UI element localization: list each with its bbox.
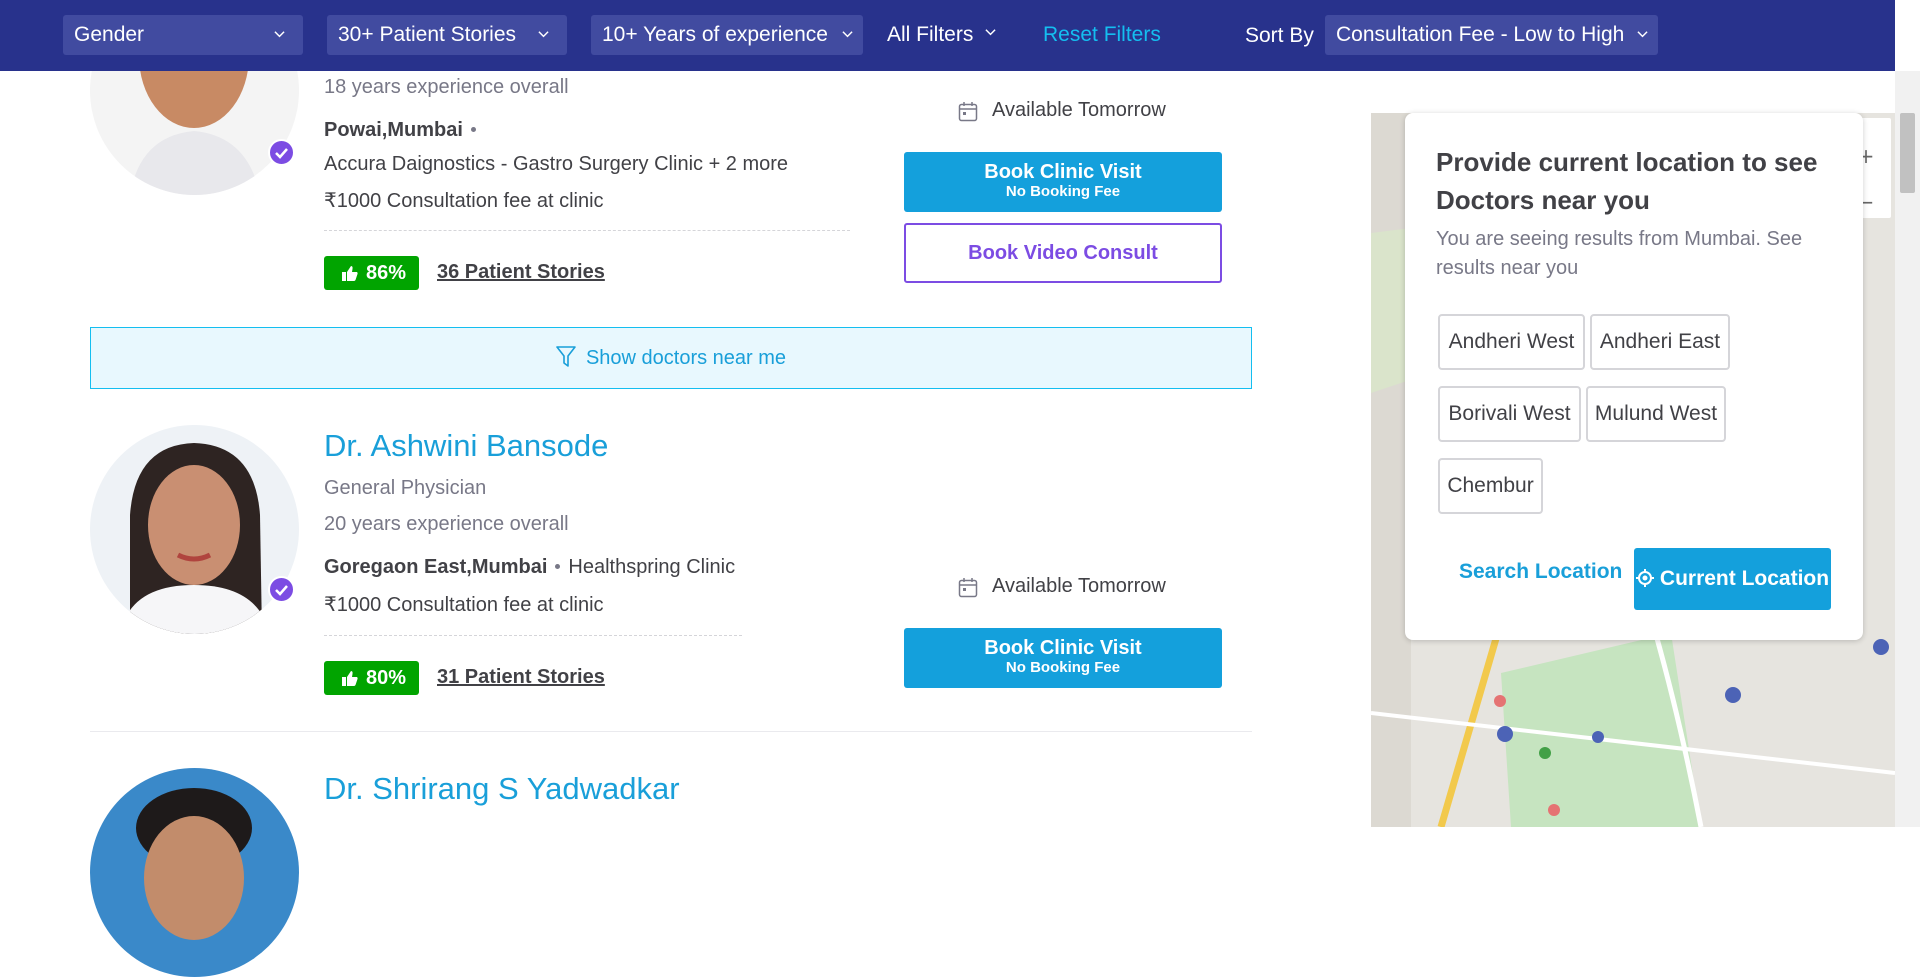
- popup-subtitle: You are seeing results from Mumbai. See …: [1436, 228, 1803, 279]
- book-clinic-visit-button[interactable]: Book Clinic Visit No Booking Fee: [904, 628, 1222, 688]
- experience-filter[interactable]: 10+ Years of experience: [591, 15, 863, 55]
- no-booking-fee-label: No Booking Fee: [1005, 183, 1121, 200]
- filter-bar: Gender 30+ Patient Stories 10+ Years of …: [0, 0, 1895, 71]
- separator-dot: [555, 564, 561, 569]
- rating-value: 80%: [366, 667, 407, 689]
- chevron-down-icon: [1637, 31, 1648, 38]
- calendar-icon: [958, 102, 978, 122]
- page-scrollbar[interactable]: [1895, 71, 1920, 827]
- locate-icon: [1635, 569, 1654, 587]
- sort-by-value: Consultation Fee - Low to High: [1336, 23, 1625, 46]
- show-doctors-near-me-button[interactable]: Show doctors near me: [90, 327, 1252, 389]
- rating-value: 86%: [366, 262, 407, 284]
- experience-filter-label: 10+ Years of experience: [602, 23, 828, 46]
- popup-title: Provide current location to see Doctors …: [1436, 147, 1818, 215]
- doctor-location[interactable]: Powai,Mumbai: [324, 119, 463, 141]
- doctor-name-link[interactable]: Dr. Shrirang S Yadwadkar: [324, 771, 680, 807]
- rating-badge: 80%: [324, 661, 419, 695]
- divider: [324, 635, 742, 636]
- rating-badge: 86%: [324, 256, 419, 290]
- doctor-location-line: Powai,Mumbai: [324, 119, 484, 142]
- calendar-icon: [958, 578, 978, 598]
- sort-by-dropdown[interactable]: Consultation Fee - Low to High: [1325, 15, 1658, 55]
- doctor-clinic[interactable]: Accura Daignostics - Gastro Surgery Clin…: [324, 153, 788, 176]
- book-clinic-visit-button[interactable]: Book Clinic Visit No Booking Fee: [904, 152, 1222, 212]
- availability-text: Available Tomorrow: [992, 99, 1166, 121]
- doctor-name-link[interactable]: Dr. Ashwini Bansode: [324, 428, 608, 464]
- location-chip-chembur[interactable]: Chembur: [1438, 458, 1543, 514]
- book-clinic-label: Book Clinic Visit: [984, 161, 1142, 183]
- book-clinic-label: Book Clinic Visit: [984, 637, 1142, 659]
- chevron-down-icon: [538, 31, 549, 38]
- filter-icon: [556, 346, 576, 367]
- current-location-button[interactable]: Current Location: [1634, 548, 1831, 610]
- sort-by-label: Sort By: [1245, 24, 1314, 47]
- availability: Available Tomorrow: [958, 99, 1166, 122]
- thumbs-up-icon: [342, 266, 358, 281]
- doctor-experience: 18 years experience overall: [324, 76, 569, 98]
- divider: [324, 230, 850, 231]
- patient-stories-link[interactable]: 31 Patient Stories: [437, 666, 605, 689]
- gender-filter-label: Gender: [74, 23, 145, 46]
- location-popup: Provide current location to see Doctors …: [1405, 113, 1863, 640]
- search-location-link[interactable]: Search Location: [1459, 560, 1622, 584]
- verified-badge-icon: [268, 576, 295, 603]
- verified-badge-icon: [268, 139, 295, 166]
- doctor-specialty: General Physician: [324, 477, 487, 499]
- doctor-clinic[interactable]: Healthspring Clinic: [568, 556, 735, 578]
- show-near-label: Show doctors near me: [585, 347, 787, 369]
- location-chip-andheri-east[interactable]: Andheri East: [1590, 314, 1730, 370]
- patient-stories-filter-label: 30+ Patient Stories: [338, 23, 517, 46]
- thumbs-up-icon: [342, 671, 358, 686]
- all-filters-dropdown[interactable]: All Filters: [887, 15, 996, 55]
- doctor-location[interactable]: Goregaon East,Mumbai: [324, 556, 547, 578]
- chevron-down-icon: [842, 31, 853, 38]
- location-chip-andheri-west[interactable]: Andheri West: [1438, 314, 1585, 370]
- gender-filter[interactable]: Gender: [63, 15, 303, 55]
- all-filters-label: All Filters: [887, 23, 974, 46]
- separator-dot: [470, 127, 476, 132]
- chevron-down-icon: [274, 31, 285, 38]
- doctor-location-line: Goregaon East,Mumbai Healthspring Clinic: [324, 556, 735, 579]
- scrollbar-thumb[interactable]: [1900, 113, 1915, 193]
- availability-text: Available Tomorrow: [992, 575, 1166, 597]
- chevron-down-icon: [985, 29, 996, 36]
- no-booking-fee-label: No Booking Fee: [1005, 659, 1121, 676]
- patient-stories-link[interactable]: 36 Patient Stories: [437, 261, 605, 284]
- location-chip-borivali-west[interactable]: Borivali West: [1438, 386, 1581, 442]
- availability: Available Tomorrow: [958, 575, 1166, 598]
- card-separator: [90, 731, 1252, 732]
- patient-stories-filter[interactable]: 30+ Patient Stories: [327, 15, 567, 55]
- consultation-fee: ₹1000 Consultation fee at clinic: [324, 190, 604, 212]
- consultation-fee: ₹1000 Consultation fee at clinic: [324, 594, 604, 616]
- location-chip-mulund-west[interactable]: Mulund West: [1586, 386, 1726, 442]
- doctor-experience: 20 years experience overall: [324, 513, 569, 535]
- doctor-photo[interactable]: [90, 768, 299, 977]
- current-location-label: Current Location: [1659, 567, 1830, 590]
- reset-filters-link[interactable]: Reset Filters: [1043, 15, 1161, 55]
- book-video-consult-button[interactable]: Book Video Consult: [904, 223, 1222, 283]
